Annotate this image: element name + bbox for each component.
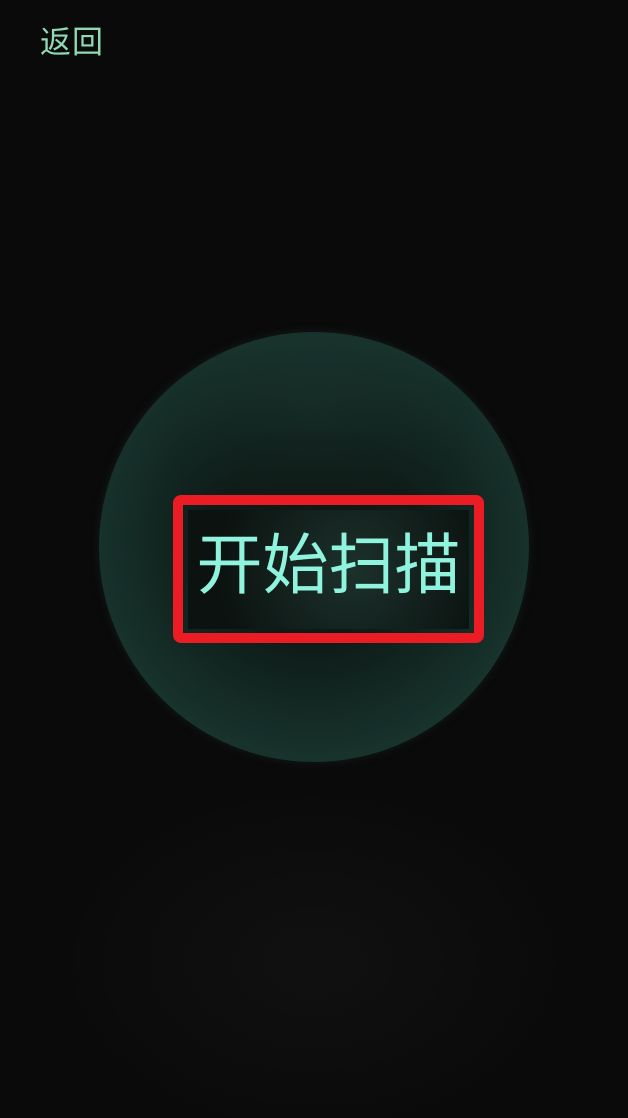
scan-screen: 返回 开始扫描 (0, 0, 628, 1118)
start-scan-button-inner: 开始扫描 (188, 509, 469, 629)
start-scan-label: 开始扫描 (196, 527, 461, 604)
start-scan-button[interactable]: 开始扫描 (173, 495, 484, 643)
back-button[interactable]: 返回 (40, 22, 104, 64)
